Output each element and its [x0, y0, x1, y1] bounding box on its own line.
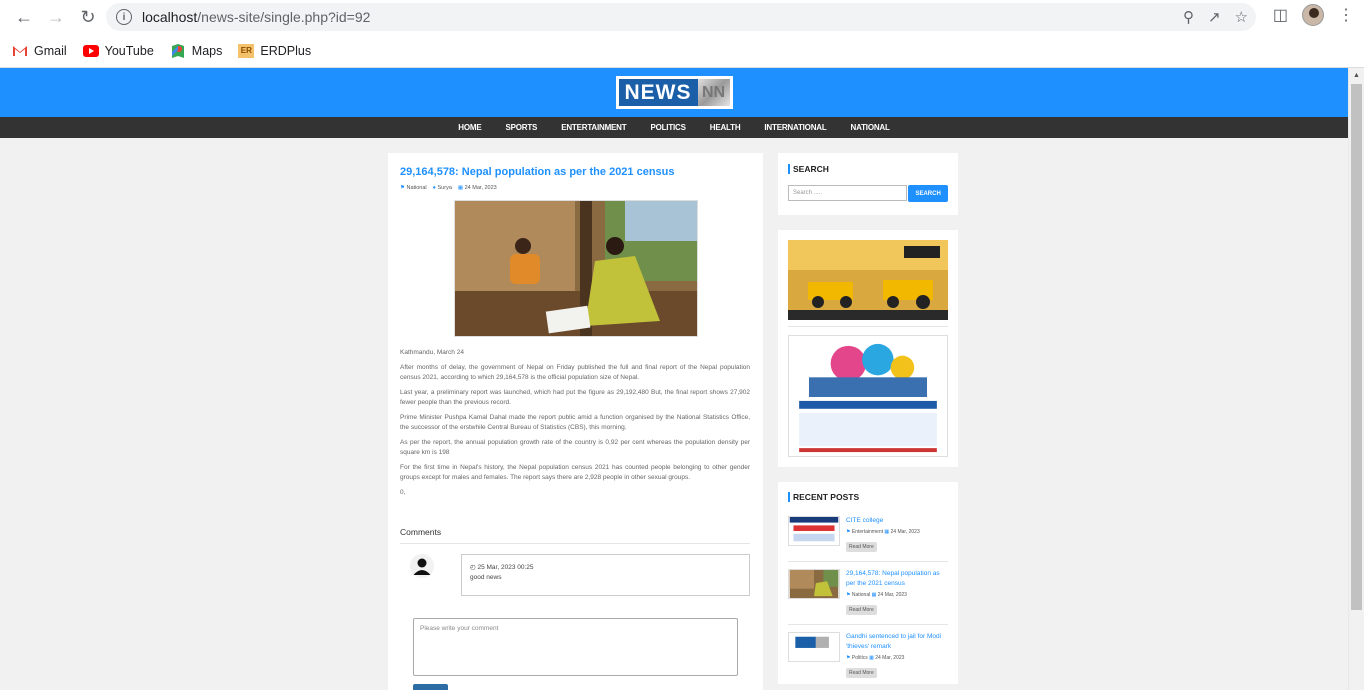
maps-icon — [171, 43, 184, 58]
forward-icon[interactable]: → — [40, 1, 72, 33]
search-input[interactable]: Search ..... — [788, 185, 908, 201]
recent-post-thumbnail[interactable] — [788, 569, 840, 599]
scrollbar-thumb[interactable] — [1351, 84, 1362, 610]
bookmark-label: ERDPlus — [260, 43, 312, 58]
comment-textarea[interactable]: Please write your comment — [413, 618, 738, 676]
post-image — [454, 200, 698, 337]
menu-sports[interactable]: SPORTS — [494, 123, 550, 132]
search-button[interactable]: SEARCH — [908, 185, 948, 202]
bookmark-label: Maps — [191, 43, 223, 58]
comment-item: ◴ 25 Mar, 2023 00:25 good news — [461, 554, 750, 596]
post-category[interactable]: National — [406, 185, 426, 191]
menu-national[interactable]: NATIONAL — [839, 123, 902, 132]
post-paragraph: After months of delay, the government of… — [400, 364, 750, 381]
bookmark-label: YouTube — [104, 43, 154, 58]
read-more-button[interactable]: Read More — [846, 605, 877, 615]
article-panel: 29,164,578: Nepal population as per the … — [388, 153, 763, 690]
back-icon[interactable]: ← — [8, 1, 40, 33]
browser-chrome: ← → ↻ i localhost/news-site/single.php?i… — [0, 0, 1364, 68]
menu-international[interactable]: INTERNATIONAL — [752, 123, 838, 132]
read-more-button[interactable]: Read More — [846, 542, 877, 552]
profile-avatar[interactable] — [1302, 4, 1324, 26]
post-date: 24 Mar, 2023 — [464, 185, 497, 191]
recent-posts-heading: RECENT POSTS — [788, 492, 948, 502]
user-avatar-icon — [410, 554, 434, 578]
bookmark-gmail[interactable]: Gmail — [12, 44, 67, 58]
recent-post-title[interactable]: CITE college — [846, 516, 920, 526]
erdplus-icon: ER — [238, 43, 255, 58]
recent-post-item[interactable]: CITE college ⚑ Entertainment ▦ 24 Mar, 2… — [788, 516, 948, 562]
menu-home[interactable]: HOME — [446, 123, 493, 132]
gmail-icon — [13, 45, 27, 56]
menu-politics[interactable]: POLITICS — [638, 123, 697, 132]
site-logo[interactable]: NEWS NN — [615, 76, 733, 109]
comments-divider — [400, 543, 750, 544]
comments-heading: Comments — [400, 527, 442, 537]
comment-text: good news — [470, 574, 502, 581]
tag-icon: ⚑ — [846, 655, 851, 661]
calendar-icon: ▦ — [869, 655, 874, 661]
comment-date: 25 Mar, 2023 00:25 — [477, 564, 534, 571]
recent-post-date: 24 Mar, 2023 — [890, 529, 920, 535]
calendar-icon: ▦ — [457, 185, 464, 191]
post-meta: ⚑ National ● Surya ▦ 24 Mar, 2023 — [400, 185, 497, 191]
clock-icon: ◴ — [470, 564, 476, 571]
submit-comment-button[interactable] — [413, 684, 448, 690]
post-paragraph: Last year, a preliminary report was laun… — [400, 389, 750, 406]
read-more-button[interactable]: Read More — [846, 668, 877, 678]
post-paragraph: As per the report, the annual population… — [400, 439, 750, 456]
bookmarks-bar: Gmail YouTube Maps ER ERDPlus — [0, 34, 1364, 67]
bookmark-erdplus[interactable]: ER ERDPlus — [238, 43, 312, 58]
logo-text: NEWS — [618, 79, 698, 106]
recent-post-date: 24 Mar, 2023 — [877, 592, 907, 598]
user-icon: ● — [432, 185, 436, 191]
main-menu: HOME SPORTS ENTERTAINMENT POLITICS HEALT… — [0, 117, 1348, 138]
post-paragraph: 0, — [400, 489, 406, 496]
tag-icon: ⚑ — [846, 592, 851, 598]
calendar-icon: ▦ — [871, 592, 877, 598]
tag-icon: ⚑ — [400, 185, 405, 191]
menu-entertainment[interactable]: ENTERTAINMENT — [549, 123, 638, 132]
search-widget: SEARCH Search ..... SEARCH — [778, 153, 958, 215]
search-heading: SEARCH — [788, 164, 948, 174]
scroll-up-icon[interactable]: ▲ — [1353, 72, 1360, 79]
side-panel-icon[interactable]: ◫ — [1273, 5, 1288, 25]
logo-mark: NN — [697, 79, 730, 106]
recent-post-item[interactable]: 29,164,578: Nepal population as per the … — [788, 569, 948, 625]
recent-post-thumbnail[interactable] — [788, 516, 840, 546]
recent-post-category[interactable]: National — [852, 592, 870, 598]
post-title[interactable]: 29,164,578: Nepal population as per the … — [400, 166, 675, 178]
recent-posts-widget: RECENT POSTS CITE college ⚑ Entertainmen… — [778, 482, 958, 684]
recent-post-title[interactable]: 29,164,578: Nepal population as per the … — [846, 569, 948, 589]
advertisement-tata-carnival[interactable] — [788, 335, 948, 457]
browser-toolbar: ← → ↻ i localhost/news-site/single.php?i… — [0, 0, 1364, 34]
post-paragraph: Prime Minister Pushpa Kamal Dahal made t… — [400, 414, 750, 431]
page-scrollbar[interactable]: ▲ — [1348, 68, 1364, 690]
menu-health[interactable]: HEALTH — [698, 123, 753, 132]
page-viewport: NEWS NN HOME SPORTS ENTERTAINMENT POLITI… — [0, 68, 1348, 690]
recent-post-category[interactable]: Politics — [852, 655, 868, 661]
recent-post-title[interactable]: Gandhi sentenced to jail for Modi 'thiev… — [846, 632, 948, 652]
bookmark-label: Gmail — [34, 43, 67, 58]
post-paragraph: Kathmandu, March 24 — [400, 349, 464, 356]
recent-post-date: 24 Mar, 2023 — [875, 655, 905, 661]
ads-widget — [778, 230, 958, 467]
reload-icon[interactable]: ↻ — [72, 1, 104, 33]
bookmark-maps[interactable]: Maps — [170, 43, 223, 58]
menu-kebab-icon[interactable]: ⋮ — [1338, 5, 1354, 25]
recent-post-item[interactable]: Gandhi sentenced to jail for Modi 'thiev… — [788, 632, 948, 687]
recent-post-thumbnail[interactable] — [788, 632, 840, 662]
bookmark-youtube[interactable]: YouTube — [82, 43, 154, 58]
tag-icon: ⚑ — [846, 529, 851, 535]
post-author[interactable]: Surya — [438, 185, 452, 191]
youtube-icon — [82, 44, 99, 57]
calendar-icon: ▦ — [884, 529, 890, 535]
advertisement-jcb[interactable] — [788, 240, 948, 320]
post-paragraph: For the first time in Nepal's history, t… — [400, 464, 750, 481]
post-body: Kathmandu, March 24 After months of dela… — [400, 348, 750, 503]
site-header: NEWS NN — [0, 68, 1348, 117]
recent-post-category[interactable]: Entertainment — [852, 529, 883, 535]
